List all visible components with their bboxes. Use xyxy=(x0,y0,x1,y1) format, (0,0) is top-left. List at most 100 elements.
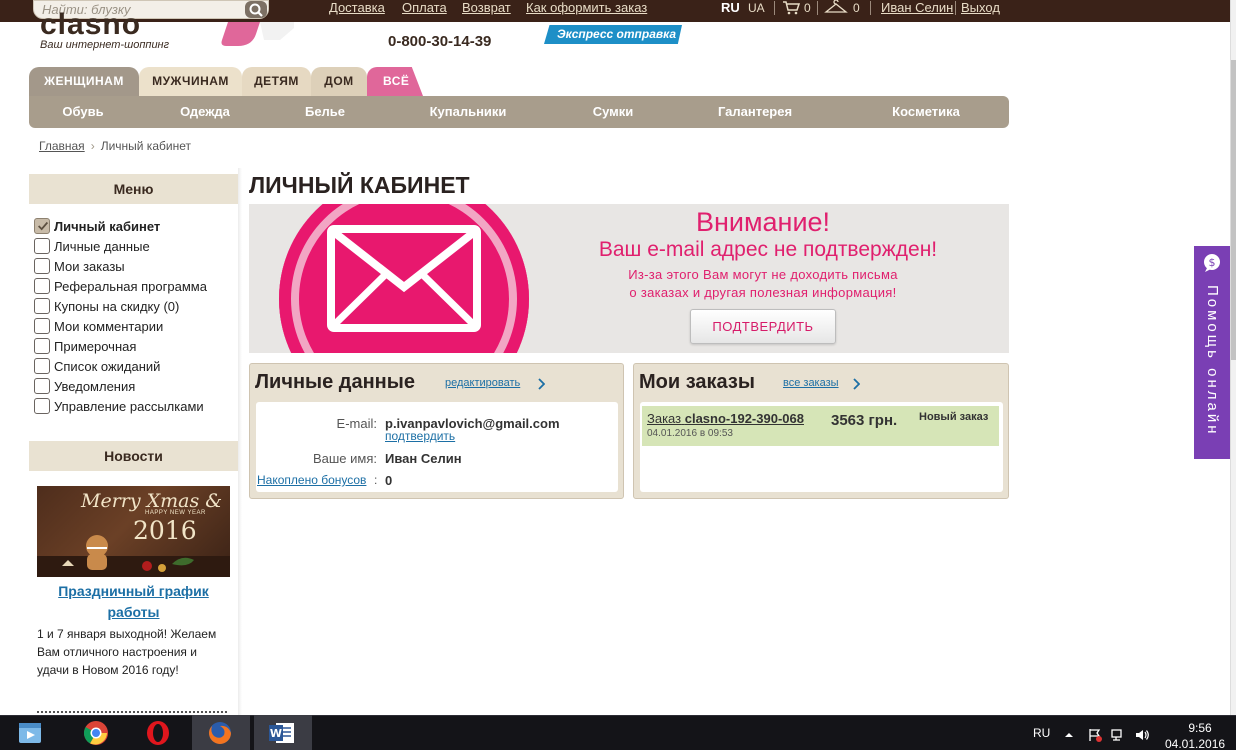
banner-text-line: Из-за этого Вам могут не доходить письма xyxy=(628,267,898,282)
taskbar-app-opera[interactable] xyxy=(130,715,188,750)
my-orders-title: Мои заказы xyxy=(639,371,755,393)
tab-all[interactable]: ВСЁ xyxy=(367,67,423,96)
nav-link-how-to-order[interactable]: Как оформить заказ xyxy=(526,0,647,16)
sidebar-item-label: Уведомления xyxy=(54,379,136,394)
nav-link-delivery[interactable]: Доставка xyxy=(329,0,385,16)
subnav-swimwear[interactable]: Купальники xyxy=(423,96,513,128)
sidebar-item-label: Список ожиданий xyxy=(54,359,161,374)
bonus-link[interactable]: Накоплено бонусов xyxy=(257,473,366,487)
email-label: E-mail: xyxy=(336,416,377,431)
divider xyxy=(774,1,775,15)
subnav-clothing[interactable]: Одежда xyxy=(169,96,241,128)
tagline: Ваш интернет-шоппинг xyxy=(40,39,170,51)
tab-men[interactable]: МУЖЧИНАМ xyxy=(139,67,242,96)
all-orders-link[interactable]: все заказы xyxy=(783,377,839,389)
nav-link-return[interactable]: Возврат xyxy=(462,0,511,16)
action-center-flag-icon[interactable] xyxy=(1088,728,1102,742)
order-status: Новый заказ xyxy=(919,411,989,423)
wishlist-count: 0 xyxy=(853,1,860,15)
clock-time[interactable]: 9:56 xyxy=(1180,721,1220,735)
network-icon[interactable] xyxy=(1111,728,1125,742)
breadcrumb-home[interactable]: Главная xyxy=(39,139,85,153)
sidebar-item-label: Личный кабинет xyxy=(54,219,161,234)
subnav-underwear[interactable]: Белье xyxy=(295,96,355,128)
checkbox-icon xyxy=(34,398,50,414)
svg-text:$: $ xyxy=(1209,256,1216,269)
taskbar-app-firefox[interactable] xyxy=(192,715,250,750)
cart-count: 0 xyxy=(804,1,811,15)
scrollbar-thumb[interactable] xyxy=(1231,60,1236,360)
banner-text: Из-за этого Вам могут не доходить письма… xyxy=(600,266,926,302)
breadcrumb: Главная › Личный кабинет xyxy=(39,139,191,153)
name-value: Иван Селин xyxy=(385,451,462,466)
envelope-icon xyxy=(327,225,481,332)
divider xyxy=(955,1,956,15)
confirm-email-link[interactable]: подтвердить xyxy=(385,429,455,443)
hanger-icon[interactable] xyxy=(824,0,848,15)
lang-ru[interactable]: RU xyxy=(721,0,740,16)
user-name-link[interactable]: Иван Селин xyxy=(881,0,953,16)
menu-heading: Меню xyxy=(29,174,238,204)
sidebar-shadow xyxy=(238,168,242,715)
subnav-shoes[interactable]: Обувь xyxy=(49,96,117,128)
search-icon[interactable] xyxy=(245,1,267,18)
logout-link[interactable]: Выход xyxy=(961,0,1000,16)
divider xyxy=(870,1,871,15)
subnav-haberdashery[interactable]: Галантерея xyxy=(711,96,799,128)
help-online-label: Помощь онлайн xyxy=(1204,285,1221,437)
clock-date[interactable]: 04.01.2016 xyxy=(1165,737,1225,750)
sidebar-item-label: Мои заказы xyxy=(54,259,125,274)
keyboard-language[interactable]: RU xyxy=(1033,726,1050,740)
checkbox-icon xyxy=(34,358,50,374)
chrome-icon xyxy=(83,721,108,745)
taskbar-app-word[interactable]: W xyxy=(254,715,312,750)
banner-subheading: Ваш e-mail адрес не подтвержден! xyxy=(598,238,938,261)
order-date: 04.01.2016 в 09:53 xyxy=(647,428,733,439)
lang-ua[interactable]: UA xyxy=(748,1,765,17)
order-row[interactable]: Заказ clasno-192-390-068 04.01.2016 в 09… xyxy=(642,406,999,446)
page-title: ЛИЧНЫЙ КАБИНЕТ xyxy=(249,172,470,198)
banner-heading: Внимание! xyxy=(695,207,831,237)
banner-text-line: о заказах и другая полезная информация! xyxy=(629,285,897,300)
chat-bubble-icon: $ xyxy=(1204,254,1220,272)
subnav-bags[interactable]: Сумки xyxy=(582,96,644,128)
order-link[interactable]: Заказ clasno-192-390-068 xyxy=(647,411,804,426)
taskbar-app-media[interactable] xyxy=(5,715,63,750)
nav-link-payment[interactable]: Оплата xyxy=(402,0,447,16)
tray-expand-icon[interactable] xyxy=(1062,728,1076,742)
sidebar-item-label: Личные данные xyxy=(54,239,150,254)
news-image[interactable]: Merry Xmas & HAPPY NEW YEAR 2016 xyxy=(37,486,230,577)
checkbox-icon xyxy=(34,318,50,334)
order-prefix: Заказ xyxy=(647,411,682,426)
confirm-email-button[interactable]: ПОДТВЕРДИТЬ xyxy=(690,309,836,344)
chevron-right-icon xyxy=(538,378,545,390)
checkbox-icon xyxy=(34,298,50,314)
sidebar-item-label: Мои комментарии xyxy=(54,319,164,334)
logo[interactable]: clasno xyxy=(40,8,141,42)
order-number: clasno-192-390-068 xyxy=(684,411,804,426)
checkbox-icon xyxy=(34,338,50,354)
volume-icon[interactable] xyxy=(1135,728,1149,742)
checkbox-icon xyxy=(34,258,50,274)
edit-link[interactable]: редактировать xyxy=(445,377,520,389)
divider xyxy=(817,1,818,15)
name-label: Ваше имя: xyxy=(312,451,377,466)
checkbox-icon xyxy=(34,378,50,394)
checkbox-icon xyxy=(34,238,50,254)
tab-women[interactable]: ЖЕНЩИНАМ xyxy=(29,67,139,96)
news-image-year: 2016 xyxy=(133,516,197,545)
cart-icon[interactable] xyxy=(782,1,800,15)
taskbar-app-chrome[interactable] xyxy=(68,715,126,750)
firefox-icon xyxy=(209,722,231,744)
news-heading: Новости xyxy=(29,441,238,471)
breadcrumb-current: Личный кабинет xyxy=(100,139,191,153)
sidebar-item-label: Примерочная xyxy=(54,339,137,354)
news-item-title[interactable]: Праздничный график работы xyxy=(37,581,230,623)
express-shipping-badge[interactable]: Экспресс отправка xyxy=(544,25,682,44)
sidebar-item-label: Реферальная программа xyxy=(54,279,207,294)
subnav-cosmetics[interactable]: Косметика xyxy=(882,96,970,128)
tab-home[interactable]: ДОМ xyxy=(311,67,367,96)
tab-kids[interactable]: ДЕТЯМ xyxy=(242,67,311,96)
checkbox-icon xyxy=(34,278,50,294)
word-icon: W xyxy=(269,723,294,743)
